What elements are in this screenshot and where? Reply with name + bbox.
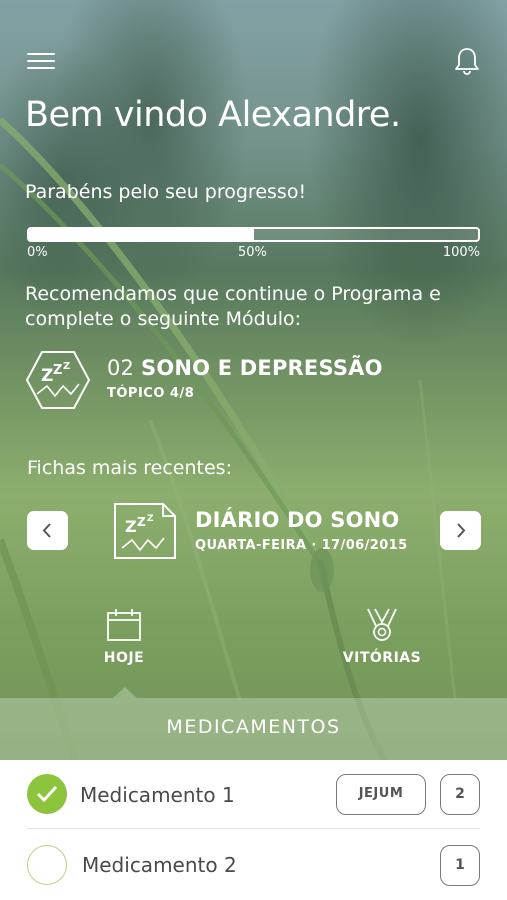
chevron-right-icon bbox=[457, 523, 466, 538]
module-number: 02 bbox=[107, 356, 135, 380]
recent-sheet-date: QUARTA-FEIRA · 17/06/2015 bbox=[195, 538, 408, 553]
svg-text:Z: Z bbox=[125, 517, 137, 536]
recommendation-text: Recomendamos que continue o Programa e c… bbox=[25, 283, 441, 330]
calendar-icon bbox=[107, 609, 141, 641]
medications-header: MEDICAMENTOS bbox=[0, 687, 507, 760]
progress-bar-fill bbox=[29, 229, 254, 240]
hamburger-menu-icon[interactable] bbox=[27, 53, 55, 71]
checkmark-icon bbox=[36, 785, 58, 803]
dose-count-button[interactable]: 1 bbox=[440, 845, 480, 886]
medications-title: MEDICAMENTOS bbox=[166, 716, 341, 738]
tab-hoje[interactable]: HOJE bbox=[64, 608, 184, 678]
recent-sheets-label: Fichas mais recentes: bbox=[27, 457, 232, 479]
active-tab-indicator bbox=[113, 687, 137, 698]
progress-label: Parabéns pelo seu progresso! bbox=[25, 181, 307, 203]
medications-list: Medicamento 1 JEJUM 2 Medicamento 2 1 bbox=[0, 760, 507, 900]
bell-icon[interactable] bbox=[452, 46, 482, 76]
progress-bar bbox=[27, 227, 480, 242]
medication-name: Medicamento 1 bbox=[80, 783, 235, 807]
welcome-title: Bem vindo Alexandre. bbox=[25, 95, 401, 135]
medal-icon bbox=[367, 608, 397, 641]
sleep-diary-icon: Z Z Z bbox=[114, 503, 176, 559]
medication-row: Medicamento 1 JEJUM 2 bbox=[0, 760, 507, 829]
tab-vitorias[interactable]: VITÓRIAS bbox=[322, 608, 442, 678]
recent-sheet-title: DIÁRIO DO SONO bbox=[195, 508, 400, 532]
medication-name: Medicamento 2 bbox=[82, 853, 237, 877]
recent-sheet-card[interactable]: Z Z Z DIÁRIO DO SONO QUARTA-FEIRA · 17/0… bbox=[113, 500, 423, 564]
tab-vitorias-label: VITÓRIAS bbox=[342, 650, 422, 666]
progress-tick-50: 50% bbox=[238, 245, 267, 260]
medication-taken-checkbox[interactable] bbox=[27, 774, 67, 814]
module-title: 02 SONO E DEPRESSÃO bbox=[107, 356, 383, 380]
svg-text:Z: Z bbox=[63, 361, 70, 372]
svg-text:Z: Z bbox=[41, 366, 53, 386]
medication-taken-checkbox[interactable] bbox=[27, 845, 67, 885]
svg-text:Z: Z bbox=[137, 515, 146, 529]
progress-tick-0: 0% bbox=[27, 245, 48, 260]
svg-text:Z: Z bbox=[147, 514, 154, 524]
sleep-zzz-hexagon-icon: Z Z Z bbox=[25, 351, 91, 409]
dose-count-button[interactable]: 2 bbox=[440, 774, 480, 815]
module-name: SONO E DEPRESSÃO bbox=[141, 356, 383, 380]
fasting-button[interactable]: JEJUM bbox=[336, 774, 426, 815]
chevron-left-icon bbox=[42, 523, 51, 538]
previous-sheet-button[interactable] bbox=[27, 511, 68, 550]
next-sheet-button[interactable] bbox=[440, 511, 481, 550]
tab-hoje-label: HOJE bbox=[103, 650, 145, 666]
medication-row: Medicamento 2 1 bbox=[0, 829, 507, 897]
svg-text:Z: Z bbox=[53, 363, 62, 378]
recommended-module-card[interactable]: Z Z Z 02 SONO E DEPRESSÃO TÓPICO 4/8 bbox=[25, 348, 495, 412]
module-topic: TÓPICO 4/8 bbox=[107, 386, 195, 401]
progress-tick-100: 100% bbox=[442, 245, 480, 260]
